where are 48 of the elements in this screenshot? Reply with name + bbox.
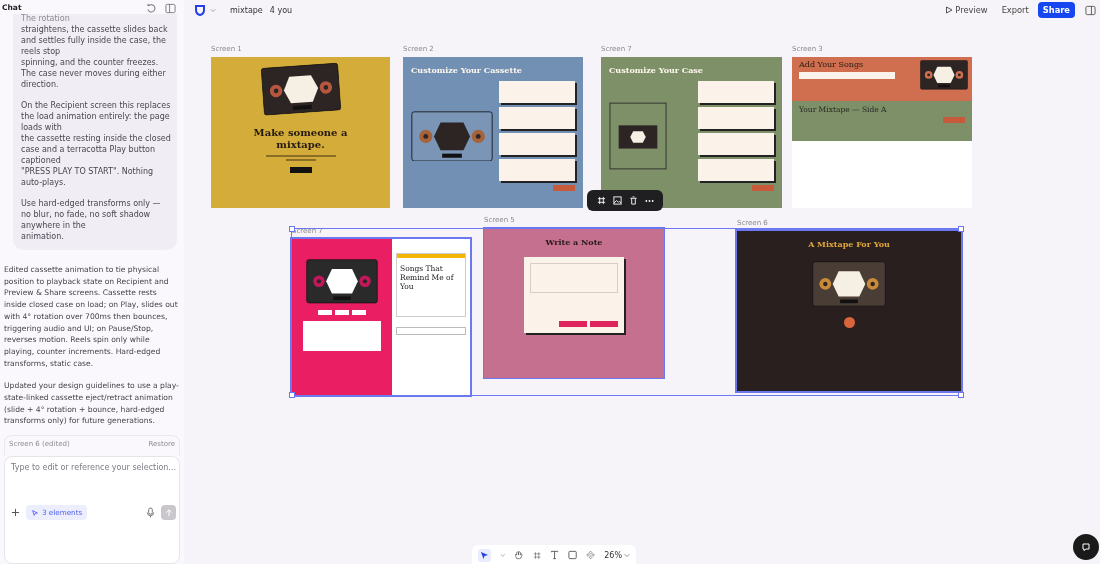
mini-button — [318, 309, 332, 315]
export-button[interactable]: Export — [996, 3, 1034, 17]
chat-bubble-icon[interactable] — [1073, 534, 1099, 560]
message-text: On the Recipient screen this replaces the load animation entirely: the page loads with the cassette resting inside the closed case and a terracotta Play button captioned "PRESS PLAY TO START". Nothing auto-plays. — [21, 100, 171, 188]
message-text: Use hard-edged transforms only — no blur, no fade, no soft shadow anywhere in the animation. — [21, 198, 162, 242]
mini-button — [943, 117, 965, 123]
rectangle-icon[interactable] — [567, 550, 578, 560]
message-text: straightens, the cassette slides back and settles fully inside the case, the reels stop spinning, and the counter freezes. The case never moves during either direction. — [21, 24, 169, 90]
play-button — [843, 316, 855, 328]
screen-heading: Add Your Songs — [799, 60, 865, 69]
panel-icon[interactable] — [165, 3, 176, 14]
panel-icon[interactable] — [1085, 4, 1096, 16]
message-text: The rotation — [21, 14, 71, 24]
cassette-drawing — [306, 259, 378, 304]
microphone-icon[interactable] — [146, 507, 155, 519]
hand-icon[interactable] — [514, 550, 524, 560]
cursor-icon — [480, 550, 489, 560]
mini-button — [335, 309, 349, 315]
case-drawing — [609, 102, 667, 170]
share-button[interactable]: Share — [1037, 2, 1075, 18]
plus-icon[interactable] — [11, 508, 20, 518]
image-icon[interactable] — [612, 196, 622, 205]
arrow-up-icon — [164, 508, 173, 517]
selection-outline[interactable] — [291, 228, 962, 396]
history-icon[interactable] — [146, 3, 157, 14]
mini-button — [352, 309, 366, 315]
mini-button — [553, 185, 575, 191]
play-icon — [945, 6, 954, 14]
trash-icon[interactable] — [628, 196, 638, 205]
more-icon[interactable] — [644, 198, 654, 203]
project-owner: 4 you — [269, 5, 293, 15]
mini-button — [289, 167, 312, 174]
text-tool-icon[interactable] — [549, 550, 559, 560]
caret-icon — [624, 552, 630, 558]
pointer-tool[interactable] — [478, 548, 491, 562]
zoom-menu[interactable]: 26% — [604, 550, 630, 560]
mini-button — [752, 185, 774, 191]
selection-icon — [31, 508, 39, 517]
cassette-drawing — [920, 60, 968, 90]
share-field — [396, 327, 466, 335]
project-name[interactable]: mixtape — [230, 5, 263, 15]
logo-icon[interactable] — [194, 4, 206, 16]
screen-heading: Customize Your Cassette — [411, 65, 523, 75]
screen-heading: Customize Your Case — [609, 65, 704, 75]
screen-heading: A Mixtape For You — [808, 239, 890, 249]
screen-heading: Make someone a mixtape. — [252, 127, 349, 152]
screen-heading: Write a Note — [545, 237, 603, 247]
preview-button[interactable]: Preview — [940, 3, 993, 17]
